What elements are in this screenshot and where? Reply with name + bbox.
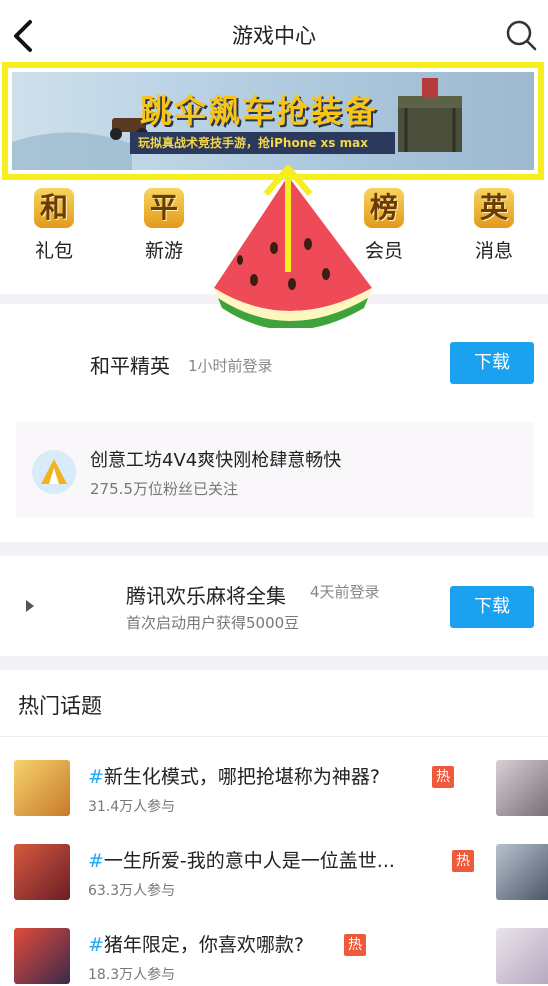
game-subtitle: 首次启动用户获得5000豆 [126,614,300,632]
page-title: 游戏中心 [232,24,316,48]
membership-icon: 榜 [364,188,404,228]
download-button[interactable]: 下载 [450,586,534,628]
hot-badge: 热 [452,850,474,872]
hash-symbol: # [88,934,104,956]
shortcut-new-games[interactable]: 平 新游 [126,188,202,263]
last-login: 1小时前登录 [188,357,273,375]
topic-thumbnail [14,928,70,984]
gift-icon: 和 [34,188,74,228]
topic-cover-image [496,760,548,816]
participant-count: 63.3万人参与 [88,883,176,899]
shortcut-row: 和 礼包 平 新游 榜 会员 英 消息 [0,182,548,294]
recent-game-card[interactable]: 和平精英 1小时前登录 下载 创意工坊4V4爽快刚枪肆意畅快 275.5万位粉丝… [0,304,548,542]
messages-icon: 英 [474,188,514,228]
game-name: 腾讯欢乐麻将全集 [126,584,286,608]
shortcut-label: 会员 [364,240,403,262]
hot-topics-section: 热门话题 #新生化模式，哪把抢堪称为神器? 热 31.4万人参与 #一生所爱-我… [0,670,548,986]
tent-icon [32,450,76,494]
shortcut-gift[interactable]: 和 礼包 [16,188,92,263]
topic-thumbnail [14,760,70,816]
topic-item[interactable]: #新生化模式，哪把抢堪称为神器? 热 31.4万人参与 [0,760,548,830]
topic-title: #新生化模式，哪把抢堪称为神器? [88,766,381,788]
follower-count: 275.5万位粉丝已关注 [90,480,238,498]
expand-arrow-icon[interactable] [26,600,34,612]
shortcut-label: 新游 [144,240,183,262]
shortcut-label: 礼包 [34,240,73,262]
section-title: 热门话题 [18,694,102,718]
hot-badge: 热 [432,766,454,788]
participant-count: 18.3万人参与 [88,967,176,983]
game-center-page: 游戏中心 跳伞飙车抢装备 玩拟真战术竞技手游，抢iPhone xs max 和 … [0,0,548,986]
hash-symbol: # [88,850,104,872]
creative-workshop-item[interactable]: 创意工坊4V4爽快刚枪肆意畅快 275.5万位粉丝已关注 [16,422,534,518]
highlight-frame [2,62,544,180]
search-icon [506,20,537,51]
shortcut-membership[interactable]: 榜 会员 [346,188,422,263]
game-name: 和平精英 [90,354,170,378]
shortcut-label: 消息 [474,240,513,262]
participant-count: 31.4万人参与 [88,799,176,815]
search-button[interactable] [504,18,538,52]
shortcut-messages[interactable]: 英 消息 [456,188,532,263]
new-games-icon: 平 [144,188,184,228]
topic-item[interactable]: #一生所爱-我的意中人是一位盖世... 热 63.3万人参与 [0,844,548,914]
hash-symbol: # [88,766,104,788]
creative-title: 创意工坊4V4爽快刚枪肆意畅快 [90,450,342,471]
download-button[interactable]: 下载 [450,342,534,384]
topic-cover-image [496,928,548,984]
topic-thumbnail [14,844,70,900]
hot-badge: 热 [344,934,366,956]
recent-game-card-2[interactable]: 腾讯欢乐麻将全集 4天前登录 首次启动用户获得5000豆 下载 [0,556,548,656]
divider [0,736,548,737]
topic-cover-image [496,844,548,900]
topic-title: #一生所爱-我的意中人是一位盖世... [88,850,395,872]
topic-title: #猪年限定，你喜欢哪款? [88,934,305,956]
promo-banner[interactable]: 跳伞飙车抢装备 玩拟真战术竞技手游，抢iPhone xs max [0,60,548,182]
last-login: 4天前登录 [310,583,380,601]
topic-item[interactable]: #猪年限定，你喜欢哪款? 热 18.3万人参与 [0,928,548,986]
